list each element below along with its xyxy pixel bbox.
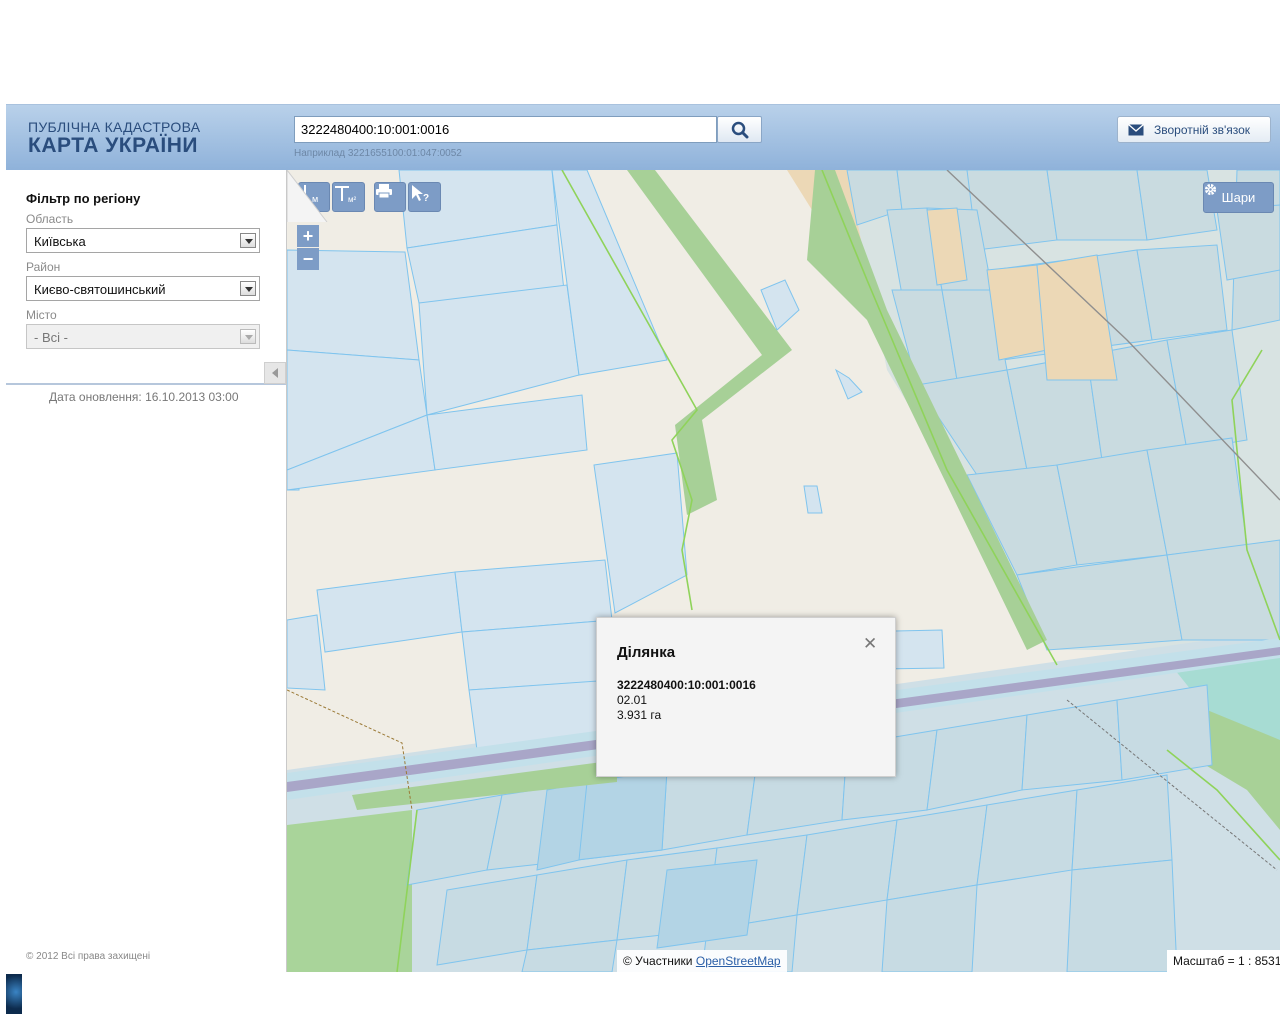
map-canvas[interactable] bbox=[287, 170, 1280, 972]
envelope-icon bbox=[1128, 123, 1144, 135]
chevron-down-icon bbox=[240, 329, 256, 344]
filter-title: Фільтр по регіону bbox=[26, 191, 141, 206]
copyright: © 2012 Всі права захищені bbox=[26, 951, 151, 962]
rayon-value: Києво-святошинський bbox=[34, 282, 166, 297]
region-filter-panel: Фільтр по регіону Область Київська Район… bbox=[6, 170, 286, 385]
logo-line1: ПУБЛІЧНА КАДАСТРОВА bbox=[28, 119, 201, 135]
oblast-select[interactable]: Київська bbox=[26, 228, 260, 253]
popup-cadastral-number: 3222480400:10:001:0016 bbox=[617, 678, 756, 692]
popup-pointer bbox=[287, 170, 328, 222]
printer-icon bbox=[376, 184, 392, 199]
search-icon bbox=[731, 121, 748, 138]
search-hint: Наприклад 3221655100:01:047:0052 bbox=[294, 148, 462, 159]
oblast-value: Київська bbox=[34, 234, 86, 249]
feedback-label: Зворотній зв'язок bbox=[1154, 122, 1251, 137]
logo[interactable]: ПУБЛІЧНА КАДАСТРОВА КАРТА УКРАЇНИ bbox=[28, 119, 200, 157]
page: ПУБЛІЧНА КАДАСТРОВА КАРТА УКРАЇНИ Наприк… bbox=[0, 0, 1280, 1024]
feedback-button[interactable]: Зворотній зв'язок bbox=[1117, 116, 1271, 143]
print-button[interactable] bbox=[374, 182, 406, 212]
misto-select[interactable]: - Всі - bbox=[26, 324, 260, 349]
header-bar: ПУБЛІЧНА КАДАСТРОВА КАРТА УКРАЇНИ Наприк… bbox=[6, 104, 1280, 170]
layers-label: Шари bbox=[1221, 190, 1256, 205]
popup-purpose-code: 02.01 bbox=[617, 693, 648, 707]
close-icon[interactable]: ✕ bbox=[863, 634, 877, 654]
rayon-select[interactable]: Києво-святошинський bbox=[26, 276, 260, 301]
chevron-down-icon[interactable] bbox=[240, 281, 256, 296]
logo-line2: КАРТА УКРАЇНИ bbox=[28, 134, 198, 157]
attribution-prefix: © Участники bbox=[623, 954, 693, 968]
svg-text:?: ? bbox=[423, 193, 429, 203]
search-input[interactable] bbox=[294, 116, 717, 143]
cursor-question-icon: ? bbox=[412, 185, 429, 203]
search-button[interactable] bbox=[717, 116, 762, 143]
misto-label: Місто bbox=[26, 308, 57, 322]
map-view[interactable]: м м² ? + − Шари Ділянка ✕ 3222480400:10:… bbox=[287, 170, 1280, 972]
osm-link[interactable]: OpenStreetMap bbox=[696, 954, 781, 968]
oblast-label: Область bbox=[26, 212, 74, 226]
parcel-popup: Ділянка ✕ 3222480400:10:001:0016 02.01 3… bbox=[596, 617, 896, 777]
misto-value: - Всі - bbox=[34, 330, 68, 345]
popup-title: Ділянка bbox=[617, 644, 676, 661]
zoom-in-button[interactable]: + bbox=[297, 225, 319, 247]
zoom-out-button[interactable]: − bbox=[297, 248, 319, 270]
collapse-sidebar-button[interactable] bbox=[264, 362, 286, 384]
taskbar-globe-icon[interactable] bbox=[6, 974, 22, 1014]
update-date: Дата оновлення: 16.10.2013 03:00 bbox=[49, 390, 239, 404]
rayon-label: Район bbox=[26, 260, 61, 274]
svg-text:м²: м² bbox=[348, 195, 357, 204]
layers-button[interactable]: Шари bbox=[1203, 182, 1274, 213]
popup-area: 3.931 га bbox=[617, 708, 662, 722]
chevron-down-icon[interactable] bbox=[240, 233, 256, 248]
scale-readout: Масштаб = 1 : 8531 bbox=[1167, 950, 1280, 972]
identify-button[interactable]: ? bbox=[408, 182, 441, 212]
map-attribution: © Участники OpenStreetMap bbox=[617, 950, 787, 972]
gear-icon bbox=[1204, 183, 1217, 196]
